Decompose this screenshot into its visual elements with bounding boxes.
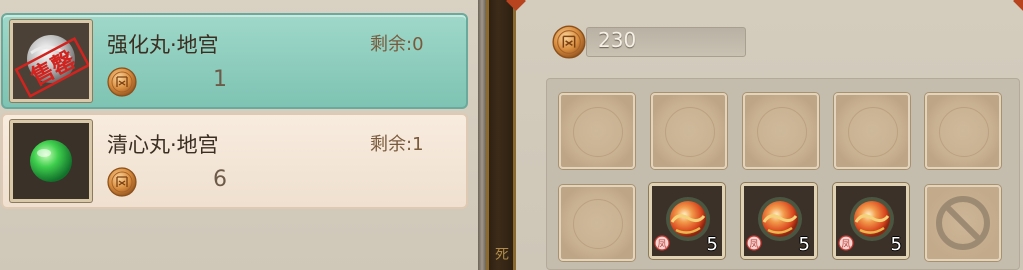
feng-coin-icon (552, 25, 586, 59)
svg-text:凤: 凤 (841, 239, 850, 250)
bag-slot-empty[interactable] (559, 185, 635, 261)
bag-slot-empty[interactable] (651, 93, 727, 169)
item-price-row: 1 (107, 67, 237, 97)
green-orb-icon (13, 123, 89, 199)
shop-item-clear-heart-pill[interactable]: 清心丸·地宫 剩余:1 6 (1, 113, 468, 209)
item-price: 1 (213, 67, 227, 92)
bag-slot-locked[interactable] (925, 185, 1001, 261)
bag-slot-item[interactable]: 凤 5 (741, 183, 817, 259)
corner-ornament (1013, 0, 1023, 11)
bag-panel: 230 凤 5 凤 5 凤 5 (506, 0, 1023, 270)
feng-coin-icon (107, 67, 137, 97)
shop-list-panel: 售罄 强化丸·地宫 剩余:0 1 清心丸·地宫 剩余:1 6 (0, 0, 478, 270)
currency-amount: 230 (598, 28, 637, 52)
bag-grid: 凤 5 凤 5 凤 5 (546, 78, 1020, 270)
item-name: 清心丸·地宫 (107, 133, 219, 157)
bag-slot-empty[interactable] (559, 93, 635, 169)
clear-heart-pill-thumbnail (10, 120, 92, 202)
prohibited-icon (936, 196, 990, 250)
strengthen-pill-thumbnail: 售罄 (10, 20, 92, 102)
bag-slot-item[interactable]: 凤 5 (833, 183, 909, 259)
item-name: 强化丸·地宫 (107, 33, 219, 57)
feng-coin-icon (107, 167, 137, 197)
item-count: 5 (706, 234, 718, 255)
gold-border (486, 0, 489, 270)
bag-slot-empty[interactable] (925, 93, 1001, 169)
item-remaining: 剩余:1 (370, 134, 424, 155)
item-count: 5 (890, 234, 902, 255)
bag-slot-empty[interactable] (834, 93, 910, 169)
svg-text:凤: 凤 (749, 239, 758, 250)
panel-divider (478, 0, 486, 270)
bag-slot-empty[interactable] (743, 93, 819, 169)
background-glyph: 死 (495, 247, 509, 263)
item-price-row: 6 (107, 167, 237, 197)
background-scene-strip: 死 (486, 0, 516, 270)
shop-item-strengthen-pill[interactable]: 售罄 强化丸·地宫 剩余:0 1 (1, 13, 468, 109)
item-price: 6 (213, 167, 227, 192)
item-count: 5 (798, 234, 810, 255)
item-remaining: 剩余:0 (370, 34, 424, 55)
bag-slot-item[interactable]: 凤 5 (649, 183, 725, 259)
svg-text:凤: 凤 (657, 239, 666, 250)
pearl-orb-icon: 售罄 (13, 23, 89, 99)
